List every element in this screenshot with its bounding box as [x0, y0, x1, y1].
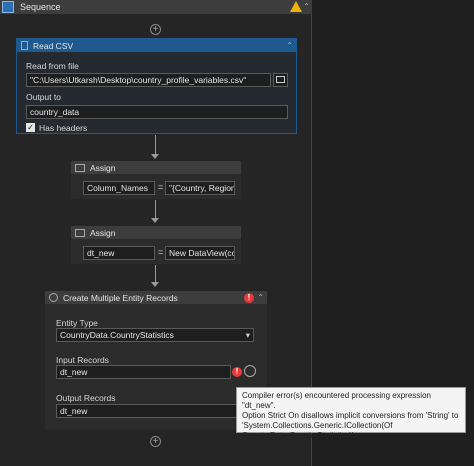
tooltip-line-4: CountryData.CountryStatistics)'.	[242, 431, 356, 440]
assign-icon	[75, 163, 85, 172]
csv-file-icon	[21, 41, 28, 50]
sequence-header[interactable]: Sequence ⌃	[0, 0, 312, 14]
read-csv-activity[interactable]: Read CSV ⌃ Read from file "C:\Users\Utka…	[16, 38, 297, 134]
assign-1-value-input[interactable]: "{Country, Region,	[165, 181, 235, 195]
create-records-header[interactable]: Create Multiple Entity Records ! ⌃	[45, 291, 267, 304]
has-headers-label: Has headers	[39, 123, 88, 133]
compiler-error-tooltip: Compiler error(s) encountered processing…	[236, 387, 466, 440]
assign-2-title: Assign	[90, 227, 116, 238]
assign-1-to-input[interactable]: Column_Names	[83, 181, 155, 195]
read-from-file-label: Read from file	[26, 61, 79, 71]
tooltip-line-2: Option Strict On disallows implicit conv…	[242, 411, 459, 420]
tooltip-line-1: Compiler error(s) encountered processing…	[242, 391, 431, 410]
tooltip-line-3: 'System.Collections.Generic.ICollection(…	[242, 421, 393, 430]
sequence-title: Sequence	[20, 2, 61, 12]
browse-folder-button[interactable]	[273, 73, 288, 87]
entity-type-value: CountryData.CountryStatistics	[60, 330, 174, 340]
read-csv-header[interactable]: Read CSV ⌃	[17, 39, 296, 52]
assign-1-equals: =	[158, 182, 164, 192]
connector-arrow-icon	[151, 282, 159, 287]
assign-2-header[interactable]: Assign	[71, 226, 241, 239]
add-activity-plus-icon[interactable]: +	[150, 436, 161, 447]
input-records-input[interactable]: dt_new	[56, 365, 231, 379]
warning-icon[interactable]	[290, 1, 302, 12]
assign-activity-1[interactable]: Assign Column_Names = "{Country, Region,	[71, 161, 241, 199]
input-records-label: Input Records	[56, 355, 109, 365]
create-records-collapse-icon[interactable]: ⌃	[257, 293, 264, 302]
entity-type-select[interactable]: CountryData.CountryStatistics ▾	[56, 328, 254, 342]
error-icon[interactable]: !	[244, 293, 254, 303]
output-records-label: Output Records	[56, 393, 116, 403]
output-to-label: Output to	[26, 92, 61, 102]
assign-1-header[interactable]: Assign	[71, 161, 241, 174]
entity-icon	[49, 293, 58, 302]
assign-2-to-input[interactable]: dt_new	[83, 246, 155, 260]
input-error-icon[interactable]: !	[232, 367, 242, 377]
create-multiple-entity-records-activity[interactable]: Create Multiple Entity Records ! ⌃ Entit…	[45, 291, 267, 430]
create-records-title: Create Multiple Entity Records	[63, 292, 178, 303]
has-headers-checkbox[interactable]: ✓	[26, 123, 35, 132]
collapse-icon[interactable]: ⌃	[303, 2, 310, 11]
assign-activity-2[interactable]: Assign dt_new = New DataView(cou	[71, 226, 241, 264]
connector-arrow-icon	[151, 154, 159, 159]
dropdown-arrow-icon: ▾	[245, 330, 250, 340]
assign-2-equals: =	[158, 247, 164, 257]
sequence-icon	[2, 1, 14, 13]
read-csv-collapse-icon[interactable]: ⌃	[286, 41, 293, 50]
assign-2-value-input[interactable]: New DataView(cou	[165, 246, 235, 260]
file-path-input[interactable]: "C:\Users\Utkarsh\Desktop\country_profil…	[26, 73, 271, 87]
connector-line	[155, 265, 156, 283]
output-to-input[interactable]: country_data	[26, 105, 288, 119]
add-activity-plus-icon[interactable]: +	[150, 24, 161, 35]
entity-type-label: Entity Type	[56, 318, 98, 328]
connector-arrow-icon	[151, 218, 159, 223]
connector-line	[155, 200, 156, 219]
connector-line	[155, 135, 156, 155]
output-records-input[interactable]: dt_new	[56, 404, 254, 418]
folder-icon	[276, 76, 285, 83]
assign-1-title: Assign	[90, 162, 116, 173]
assign-icon	[75, 228, 85, 237]
expression-editor-icon[interactable]	[244, 365, 256, 377]
read-csv-title: Read CSV	[33, 40, 74, 51]
